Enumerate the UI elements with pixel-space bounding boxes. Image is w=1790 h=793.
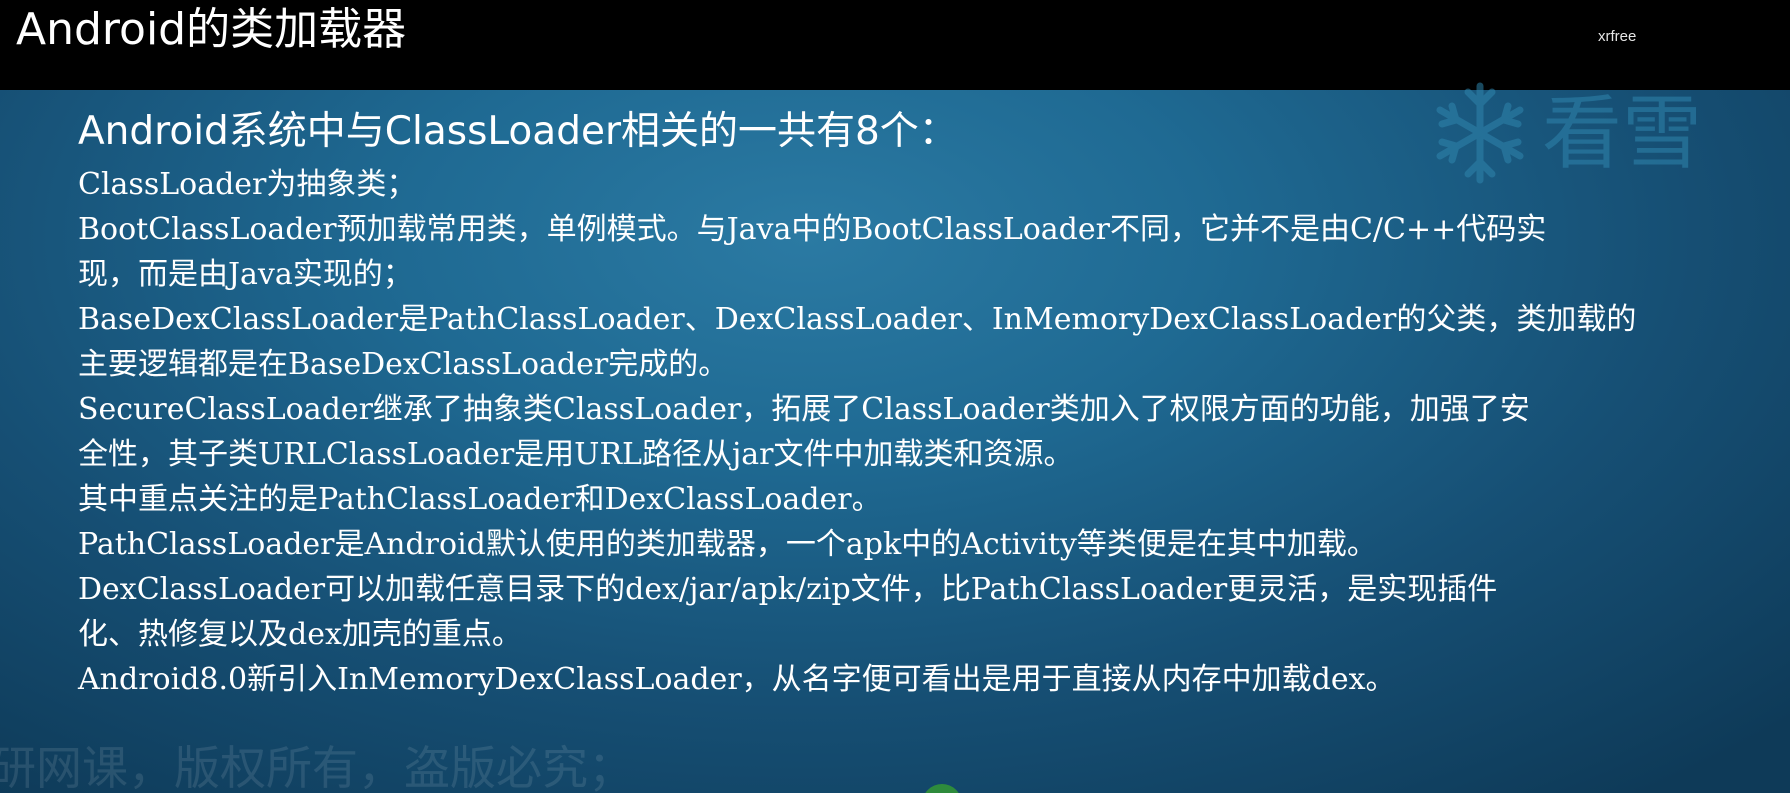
text-line: ClassLoader为抽象类； (78, 167, 417, 202)
title-bar: Android的类加载器 xrfree (0, 0, 1790, 90)
content-heading: Android系统中与ClassLoader相关的一共有8个： (78, 109, 958, 154)
text-line: SecureClassLoader继承了抽象类ClassLoader，拓展了Cl… (78, 392, 1530, 427)
text-line: 主要逻辑都是在BaseDexClassLoader完成的。 (78, 347, 729, 382)
text-line: 化、热修复以及dex加壳的重点。 (78, 617, 522, 652)
copyright-watermark: 研网课，版权所有，盗版必究； (0, 741, 634, 793)
text-line: PathClassLoader是Android默认使用的类加载器，一个apk中的… (78, 527, 1377, 562)
content-lines: ClassLoader为抽象类； BootClassLoader预加载常用类，单… (78, 162, 1778, 702)
text-line: Android8.0新引入InMemoryDexClassLoader，从名字便… (78, 662, 1396, 697)
slide-title: Android的类加载器 (16, 4, 407, 55)
text-line: 其中重点关注的是PathClassLoader和DexClassLoader。 (78, 482, 882, 517)
pointer-indicator-icon (922, 784, 962, 793)
slide-content: Android系统中与ClassLoader相关的一共有8个： ClassLoa… (78, 102, 1778, 702)
text-line: DexClassLoader可以加载任意目录下的dex/jar/apk/zip文… (78, 572, 1498, 607)
author-label: xrfree (1598, 28, 1637, 45)
text-line: 全性，其子类URLClassLoader是用URL路径从jar文件中加载类和资源… (78, 437, 1074, 472)
text-line: 现，而是由Java实现的； (78, 257, 413, 292)
slide: Android的类加载器 xrfree 看雪 Android系统中与ClassL… (0, 0, 1790, 793)
text-line: BootClassLoader预加载常用类，单例模式。与Java中的BootCl… (78, 212, 1547, 247)
text-line: BaseDexClassLoader是PathClassLoader、DexCl… (78, 302, 1637, 337)
